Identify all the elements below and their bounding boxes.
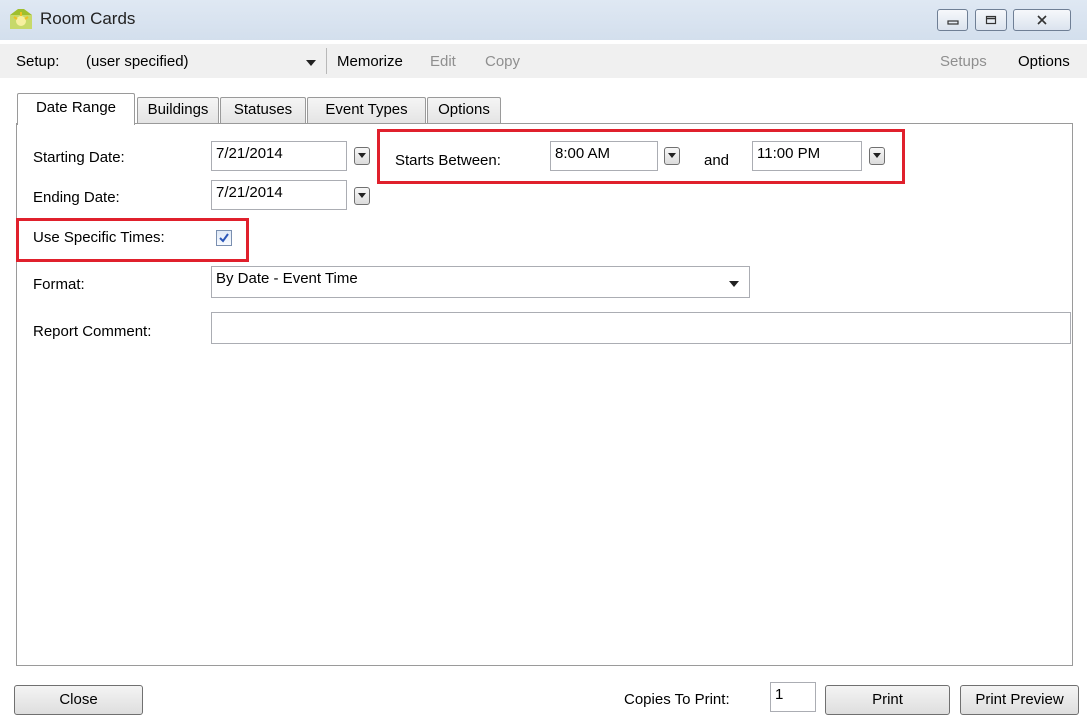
tab-statuses[interactable]: Statuses (220, 97, 306, 123)
print-preview-button[interactable]: Print Preview (960, 685, 1079, 715)
close-icon (1037, 15, 1047, 25)
tab-buildings[interactable]: Buildings (137, 97, 219, 123)
tab-options[interactable]: Options (427, 97, 501, 123)
end-time-field[interactable]: 11:00 PM (752, 141, 862, 171)
copies-to-print-input[interactable]: 1 (770, 682, 816, 712)
format-dropdown[interactable]: By Date - Event Time (211, 266, 750, 298)
tab-event-types[interactable]: Event Types (307, 97, 426, 123)
copies-to-print-label: Copies To Print: (624, 691, 730, 708)
and-label: and (704, 152, 730, 169)
setups-button[interactable]: Setups (940, 53, 987, 70)
room-cards-app-icon (10, 9, 32, 29)
setup-label: Setup: (16, 53, 60, 70)
restore-button[interactable] (975, 9, 1007, 31)
format-selected-value: By Date - Event Time (216, 270, 358, 287)
use-specific-times-checkbox[interactable] (216, 230, 232, 246)
chevron-down-icon (729, 281, 739, 287)
restore-icon (985, 15, 997, 25)
print-button[interactable]: Print (825, 685, 950, 715)
format-label: Format: (33, 276, 85, 293)
toolbar-separator (326, 48, 327, 74)
end-time-dropdown-button[interactable] (869, 147, 885, 165)
ending-date-field[interactable]: 7/21/2014 (211, 180, 347, 210)
tab-date-range[interactable]: Date Range (17, 93, 135, 125)
close-button[interactable]: Close (14, 685, 143, 715)
report-comment-input[interactable] (211, 312, 1071, 344)
close-window-button[interactable] (1013, 9, 1071, 31)
starting-date-label: Starting Date: (33, 149, 125, 166)
chevron-down-icon[interactable] (306, 60, 316, 66)
start-time-dropdown-button[interactable] (664, 147, 680, 165)
memorize-button[interactable]: Memorize (337, 53, 403, 70)
options-menu-button[interactable]: Options (1018, 53, 1070, 70)
use-specific-times-label: Use Specific Times: (33, 229, 165, 246)
window-title: Room Cards (40, 9, 136, 28)
ending-date-picker-button[interactable] (354, 187, 370, 205)
report-comment-label: Report Comment: (33, 323, 152, 340)
copy-button[interactable]: Copy (485, 53, 520, 70)
chevron-down-icon (358, 193, 366, 198)
starts-between-label: Starts Between: (395, 152, 501, 169)
edit-button[interactable]: Edit (430, 53, 456, 70)
chevron-down-icon (358, 153, 366, 158)
setup-selected-value: (user specified) (86, 53, 189, 70)
title-bar (0, 0, 1087, 40)
chevron-down-icon (873, 153, 881, 158)
minimize-icon (946, 20, 959, 25)
minimize-button[interactable] (937, 9, 968, 31)
checkmark-icon (219, 233, 229, 243)
ending-date-label: Ending Date: (33, 189, 120, 206)
setup-dropdown[interactable]: (user specified) (86, 53, 316, 75)
date-range-panel (16, 123, 1073, 666)
starting-date-field[interactable]: 7/21/2014 (211, 141, 347, 171)
start-time-field[interactable]: 8:00 AM (550, 141, 658, 171)
chevron-down-icon (668, 153, 676, 158)
starting-date-picker-button[interactable] (354, 147, 370, 165)
